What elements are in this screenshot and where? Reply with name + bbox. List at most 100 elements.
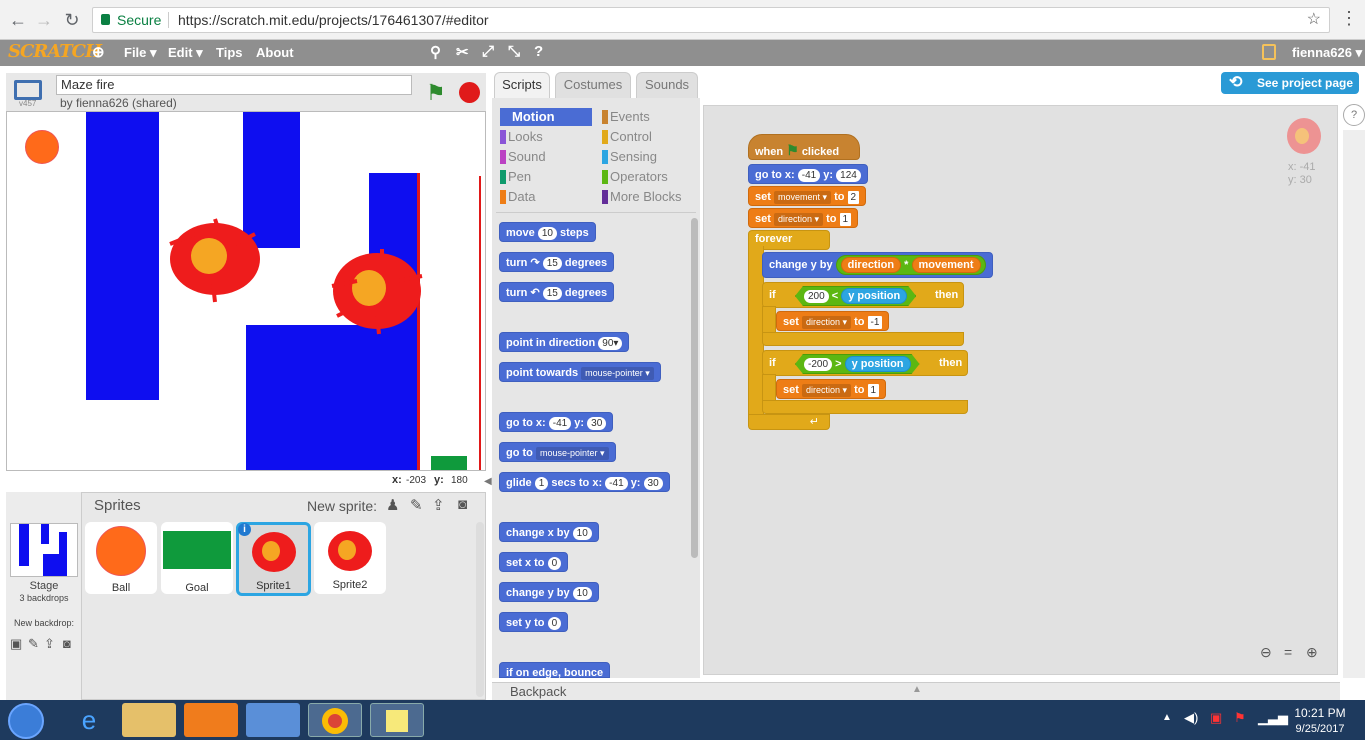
clock-date[interactable]: 9/25/2017 (1292, 723, 1348, 735)
block-go-to-xy[interactable]: go to x: -41 y: 30 (499, 412, 614, 432)
sprite-tile-sprite2[interactable]: Sprite2 (314, 522, 386, 594)
block-turn-ccw[interactable]: turn ↶ 15 degrees (499, 282, 615, 302)
block-move[interactable]: move 10 steps (499, 222, 596, 242)
backpack-expand-icon[interactable]: ▲ (912, 684, 922, 695)
upload-backdrop-icon[interactable]: ⇪ (44, 636, 55, 652)
category-control[interactable]: Control (602, 128, 698, 146)
change-y-block[interactable]: change y by direction * movement (762, 252, 993, 278)
menu-tips[interactable]: Tips (216, 45, 243, 60)
help-icon[interactable]: ? (1343, 104, 1365, 126)
set-direction-pos-block[interactable]: set direction ▾ to 1 (776, 379, 887, 399)
category-more-blocks[interactable]: More Blocks (602, 188, 698, 206)
choose-sprite-icon[interactable]: ♟ (386, 496, 399, 514)
category-events[interactable]: Events (602, 108, 698, 126)
scripts-area[interactable]: when ⚑ clicked go to x: -41 y: 124 set m… (703, 105, 1338, 675)
back-icon[interactable]: ← (6, 8, 30, 32)
block-change-x[interactable]: change x by 10 (499, 522, 599, 542)
volume-icon[interactable]: ◀) (1184, 710, 1198, 726)
user-menu[interactable]: fienna626 ▾ (1292, 45, 1362, 61)
grow-tool-icon[interactable]: ⤢ (482, 43, 494, 60)
category-sensing[interactable]: Sensing (602, 148, 698, 166)
fullscreen-icon[interactable] (14, 80, 42, 100)
stage[interactable] (6, 111, 486, 471)
category-data[interactable]: Data (500, 188, 592, 206)
folder-icon[interactable] (1262, 44, 1276, 60)
duplicate-tool-icon[interactable]: ⚲ (430, 43, 441, 61)
menu-edit[interactable]: Edit ▾ (168, 45, 203, 61)
block-turn-cw[interactable]: turn ↷ 15 degrees (499, 252, 615, 272)
backpack-bar[interactable]: Backpack ▲ (492, 682, 1340, 700)
reload-icon[interactable]: ↻ (60, 8, 84, 32)
bookmark-star-icon[interactable]: ☆ (1307, 8, 1321, 32)
start-button-icon[interactable] (8, 703, 44, 739)
ball-sprite[interactable] (25, 130, 59, 164)
sprite-tile-goal[interactable]: Goal (161, 522, 233, 594)
scratch-logo[interactable]: SCRATCH (8, 41, 102, 62)
if-block-2[interactable]: if -200 > y position then (762, 350, 968, 376)
stage-thumbnail[interactable] (10, 523, 78, 577)
if-block-1[interactable]: if 200 < y position then (762, 282, 964, 308)
category-pen[interactable]: Pen (500, 168, 592, 186)
media-player-icon[interactable] (184, 703, 238, 737)
zoom-reset-icon[interactable]: = (1284, 644, 1292, 660)
clock-time[interactable]: 10:21 PM (1292, 706, 1348, 720)
info-icon[interactable]: i (238, 523, 251, 536)
go-to-xy-block[interactable]: go to x: -41 y: 124 (748, 164, 868, 184)
collapse-stage-icon[interactable]: ◀ (484, 476, 492, 487)
category-looks[interactable]: Looks (500, 128, 592, 146)
when-flag-clicked-block[interactable]: when ⚑ clicked (748, 134, 860, 160)
help-tool-icon[interactable]: ? (534, 43, 543, 60)
sprite-tile-ball[interactable]: Ball (85, 522, 157, 594)
camera-icon[interactable]: ◙ (458, 496, 467, 513)
internet-explorer-icon[interactable]: e (62, 703, 116, 737)
category-operators[interactable]: Operators (602, 168, 698, 186)
shrink-tool-icon[interactable]: ⤡ (508, 43, 520, 60)
block-set-x[interactable]: set x to 0 (499, 552, 569, 572)
tab-costumes[interactable]: Costumes (555, 72, 631, 98)
globe-icon[interactable]: ⊕ (92, 43, 105, 61)
block-change-y[interactable]: change y by 10 (499, 582, 599, 602)
forward-icon[interactable]: → (32, 8, 56, 32)
set-movement-block[interactable]: set movement ▾ to 2 (748, 186, 867, 206)
sprites-scrollbar[interactable] (476, 522, 484, 697)
menu-about[interactable]: About (256, 45, 294, 60)
green-flag-icon[interactable]: ⚑ (426, 80, 446, 106)
sticky-notes-icon[interactable] (370, 703, 424, 737)
block-glide[interactable]: glide 1 secs to x: -41 y: 30 (499, 472, 670, 492)
paint-backdrop-icon[interactable]: ✎ (28, 636, 39, 652)
file-explorer-icon[interactable] (122, 703, 176, 737)
project-title-input[interactable]: Maze fire (56, 75, 412, 95)
block-point-towards[interactable]: point towards mouse-pointer ▾ (499, 362, 661, 382)
action-center-icon[interactable]: ⚑ (1234, 710, 1246, 726)
signal-icon[interactable]: ▁▃▅ (1258, 710, 1288, 726)
backdrop-library-icon[interactable]: ▣ (10, 636, 22, 652)
address-bar[interactable]: Secure https://scratch.mit.edu/projects/… (92, 7, 1330, 33)
set-direction-block[interactable]: set direction ▾ to 1 (748, 208, 859, 228)
url-text[interactable]: https://scratch.mit.edu/projects/1764613… (178, 8, 489, 32)
category-motion[interactable]: Motion (500, 108, 592, 126)
menu-file[interactable]: File ▾ (124, 45, 157, 61)
block-set-y[interactable]: set y to 0 (499, 612, 569, 632)
zoom-in-icon[interactable]: ⊕ (1306, 644, 1318, 661)
people-app-icon[interactable] (246, 703, 300, 737)
chrome-icon[interactable] (308, 703, 362, 737)
see-project-page-button[interactable]: ⟲ See project page (1221, 72, 1359, 94)
delete-tool-icon[interactable]: ✂ (456, 43, 469, 61)
camera-backdrop-icon[interactable]: ◙ (63, 636, 71, 651)
block-go-to[interactable]: go to mouse-pointer ▾ (499, 442, 616, 462)
stop-icon[interactable] (459, 82, 480, 103)
block-point-direction[interactable]: point in direction 90▾ (499, 332, 630, 352)
palette-scrollbar[interactable] (691, 218, 698, 558)
fire-sprite-2[interactable] (327, 246, 427, 336)
show-hidden-icons[interactable]: ▲ (1162, 712, 1172, 723)
zoom-out-icon[interactable]: ⊖ (1260, 644, 1272, 661)
set-direction-neg-block[interactable]: set direction ▾ to -1 (776, 311, 890, 331)
goal-sprite[interactable] (431, 456, 467, 470)
tab-sounds[interactable]: Sounds (636, 72, 698, 98)
upload-sprite-icon[interactable]: ⇪ (432, 496, 445, 514)
network-warning-icon[interactable]: ▣ (1210, 710, 1222, 726)
chrome-menu-icon[interactable]: ⋮ (1340, 8, 1358, 29)
tab-scripts[interactable]: Scripts (494, 72, 550, 98)
block-bounce[interactable]: if on edge, bounce (499, 662, 611, 679)
paint-sprite-icon[interactable]: ✎ (410, 496, 423, 514)
